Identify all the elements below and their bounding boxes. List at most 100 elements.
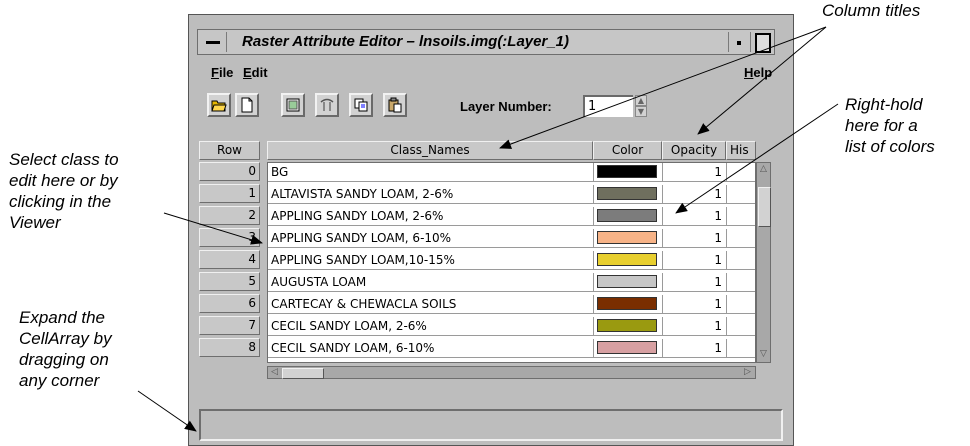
opacity-cell[interactable]: 1 [663,229,727,247]
class-name-cell[interactable]: APPLING SANDY LOAM, 2-6% [268,207,594,225]
table-row[interactable]: CARTECAY & CHEWACLA SOILS 1 [268,295,755,314]
minimize-button[interactable] [728,32,749,52]
opacity-cell[interactable]: 1 [663,207,727,225]
column-properties-icon [320,98,334,111]
color-cell[interactable] [594,251,663,269]
row-number-cell[interactable]: 3 [199,228,260,247]
open-folder-icon [211,100,227,112]
color-swatch[interactable] [597,187,657,200]
class-name-cell[interactable]: CECIL SANDY LOAM, 6-10% [268,339,594,357]
window-menu-button[interactable] [200,32,227,52]
copy-button[interactable] [349,93,373,117]
callout-column-titles: Column titles [822,1,921,20]
color-swatch[interactable] [597,231,657,244]
window-menu-icon [206,41,220,44]
row-number-cell[interactable]: 7 [199,316,260,335]
column-header-opacity[interactable]: Opacity [662,141,726,160]
row-number-cell[interactable]: 2 [199,206,260,225]
color-swatch[interactable] [597,297,657,310]
class-name-cell[interactable]: CARTECAY & CHEWACLA SOILS [268,295,594,313]
row-number-cell[interactable]: 8 [199,338,260,357]
color-swatch[interactable] [597,209,657,222]
layer-number-input[interactable]: 1 [583,95,633,117]
row-number-cell[interactable]: 1 [199,184,260,203]
class-name-cell[interactable]: AUGUSTA LOAM [268,273,594,291]
class-name-cell[interactable]: CECIL SANDY LOAM, 2-6% [268,317,594,335]
table-row[interactable]: CECIL SANDY LOAM, 6-10% 1 [268,339,755,358]
paste-button[interactable] [383,93,407,117]
horizontal-scrollbar[interactable]: ◁ ▷ [267,366,756,379]
new-document-icon [241,97,253,113]
table-row[interactable]: APPLING SANDY LOAM, 6-10% 1 [268,229,755,248]
window-title: Raster Attribute Editor – lnsoils.img(:L… [242,33,570,50]
vertical-scrollbar[interactable]: △ ▽ [756,162,771,363]
layer-decrement-button[interactable]: ▼ [635,106,647,117]
opacity-cell[interactable]: 1 [663,339,727,357]
color-swatch[interactable] [597,341,657,354]
copy-icon [354,98,368,112]
opacity-cell[interactable]: 1 [663,163,727,181]
row-number-cell[interactable]: 6 [199,294,260,313]
class-name-cell[interactable]: BG [268,163,594,181]
table-row[interactable]: CECIL SANDY LOAM, 2-6% 1 [268,317,755,336]
table-row[interactable]: BG 1 [268,163,755,182]
color-swatch[interactable] [597,319,657,332]
scroll-right-icon[interactable]: ▷ [742,367,753,378]
opacity-cell[interactable]: 1 [663,185,727,203]
column-header-color[interactable]: Color [593,141,662,160]
title-bar[interactable]: Raster Attribute Editor – lnsoils.img(:L… [197,29,775,55]
table-row[interactable]: ALTAVISTA SANDY LOAM, 2-6% 1 [268,185,755,204]
table-row[interactable]: AUGUSTA LOAM 1 [268,273,755,292]
callout-line: Viewer [9,213,61,232]
new-button[interactable] [235,93,259,117]
color-cell[interactable] [594,317,663,335]
maximize-button[interactable] [750,32,773,53]
column-header-row[interactable]: Row [199,141,260,160]
callout-line: edit here or by [9,171,118,190]
opacity-cell[interactable]: 1 [663,295,727,313]
row-number-cell[interactable]: 0 [199,162,260,181]
open-button[interactable] [207,93,231,117]
row-number-cell[interactable]: 5 [199,272,260,291]
callout-line: Select class to [9,150,119,169]
raster-attribute-editor-window: Raster Attribute Editor – lnsoils.img(:L… [188,14,794,446]
color-cell[interactable] [594,207,663,225]
class-name-cell[interactable]: APPLING SANDY LOAM, 6-10% [268,229,594,247]
row-number-cell[interactable]: 4 [199,250,260,269]
column-properties-button[interactable] [315,93,339,117]
opacity-cell[interactable]: 1 [663,251,727,269]
color-cell[interactable] [594,185,663,203]
opacity-cell[interactable]: 1 [663,273,727,291]
layer-increment-button[interactable]: ▲ [635,95,647,106]
class-name-cell[interactable]: APPLING SANDY LOAM,10-15% [268,251,594,269]
maximize-icon [755,33,771,53]
color-cell[interactable] [594,295,663,313]
color-cell[interactable] [594,273,663,291]
color-cell[interactable] [594,163,663,181]
scroll-down-icon[interactable]: ▽ [758,349,769,360]
column-header-histogram[interactable]: His [726,141,756,160]
table-row[interactable]: APPLING SANDY LOAM,10-15% 1 [268,251,755,270]
image-button[interactable] [281,93,305,117]
color-swatch[interactable] [597,165,657,178]
scroll-up-icon[interactable]: △ [758,164,769,175]
horizontal-scroll-thumb[interactable] [282,368,324,379]
class-name-cell[interactable]: ALTAVISTA SANDY LOAM, 2-6% [268,185,594,203]
toolbar: Layer Number: 1 ▲ ▼ [197,91,775,123]
callout-line: CellArray by [19,329,112,348]
opacity-cell[interactable]: 1 [663,317,727,335]
vertical-scroll-thumb[interactable] [758,187,771,227]
menu-file[interactable]: File [211,65,233,80]
callout-right-hold: Right-hold here for a list of colors [845,94,935,157]
color-swatch[interactable] [597,275,657,288]
scroll-left-icon[interactable]: ◁ [269,367,280,378]
paste-icon [388,97,402,113]
color-cell[interactable] [594,229,663,247]
menu-edit[interactable]: Edit [243,65,268,80]
table-row[interactable]: APPLING SANDY LOAM, 2-6% 1 [268,207,755,226]
column-header-class-names[interactable]: Class_Names [267,141,593,160]
color-swatch[interactable] [597,253,657,266]
image-icon [286,98,300,112]
menu-help[interactable]: Help [744,65,772,80]
color-cell[interactable] [594,339,663,357]
